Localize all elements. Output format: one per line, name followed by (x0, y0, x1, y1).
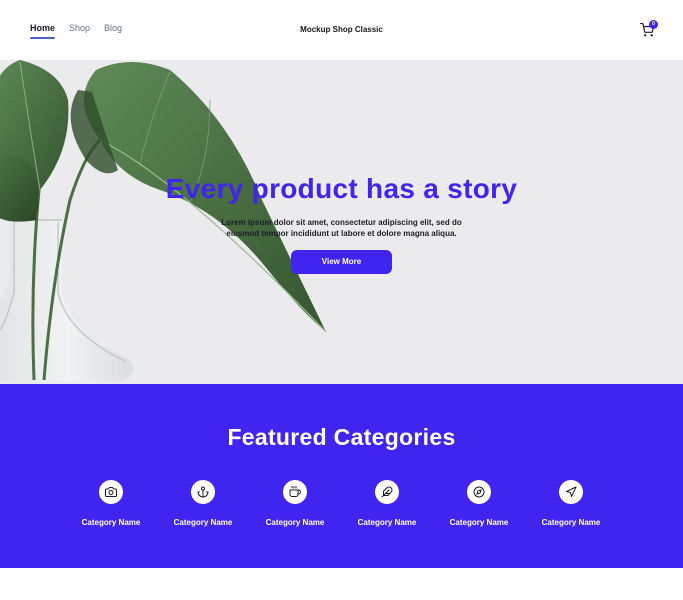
site-header: Home Shop Blog Mockup Shop Classic 0 (0, 0, 683, 60)
coffee-icon (289, 486, 301, 497)
category-icon-circle (191, 480, 215, 504)
category-icon-circle (99, 480, 123, 504)
category-label: Category Name (357, 518, 417, 527)
feather-icon (381, 486, 393, 498)
category-item[interactable]: Category Name (71, 480, 151, 540)
brand-title[interactable]: Mockup Shop Classic (0, 25, 683, 34)
hero-banner: Every product has a story Lorem ipsum do… (0, 60, 683, 384)
category-label: Category Name (173, 518, 233, 527)
categories-title: Featured Categories (227, 424, 456, 450)
category-item[interactable]: Category Name (255, 480, 335, 540)
cart-button[interactable]: 0 (640, 20, 658, 39)
category-icon-circle (559, 480, 583, 504)
category-item[interactable]: Category Name (531, 480, 611, 540)
hero-subtitle: Lorem ipsum dolor sit amet, consectetur … (221, 218, 462, 238)
category-item[interactable]: Category Name (347, 480, 427, 540)
compass-icon (473, 486, 485, 498)
category-label: Category Name (541, 518, 601, 527)
category-label: Category Name (449, 518, 509, 527)
category-item[interactable]: Category Name (163, 480, 243, 540)
send-icon (566, 486, 577, 497)
camera-icon (105, 487, 117, 497)
category-icon-circle (375, 480, 399, 504)
view-more-button[interactable]: View More (291, 250, 392, 274)
category-label: Category Name (265, 518, 325, 527)
category-icon-circle (467, 480, 491, 504)
featured-categories: Featured Categories Category Name Catego… (0, 384, 683, 568)
category-label: Category Name (81, 518, 141, 527)
cart-count-badge: 0 (649, 20, 658, 29)
category-icon-circle (283, 480, 307, 504)
anchor-icon (197, 486, 209, 498)
category-item[interactable]: Category Name (439, 480, 519, 540)
hero-title: Every product has a story (165, 173, 518, 204)
